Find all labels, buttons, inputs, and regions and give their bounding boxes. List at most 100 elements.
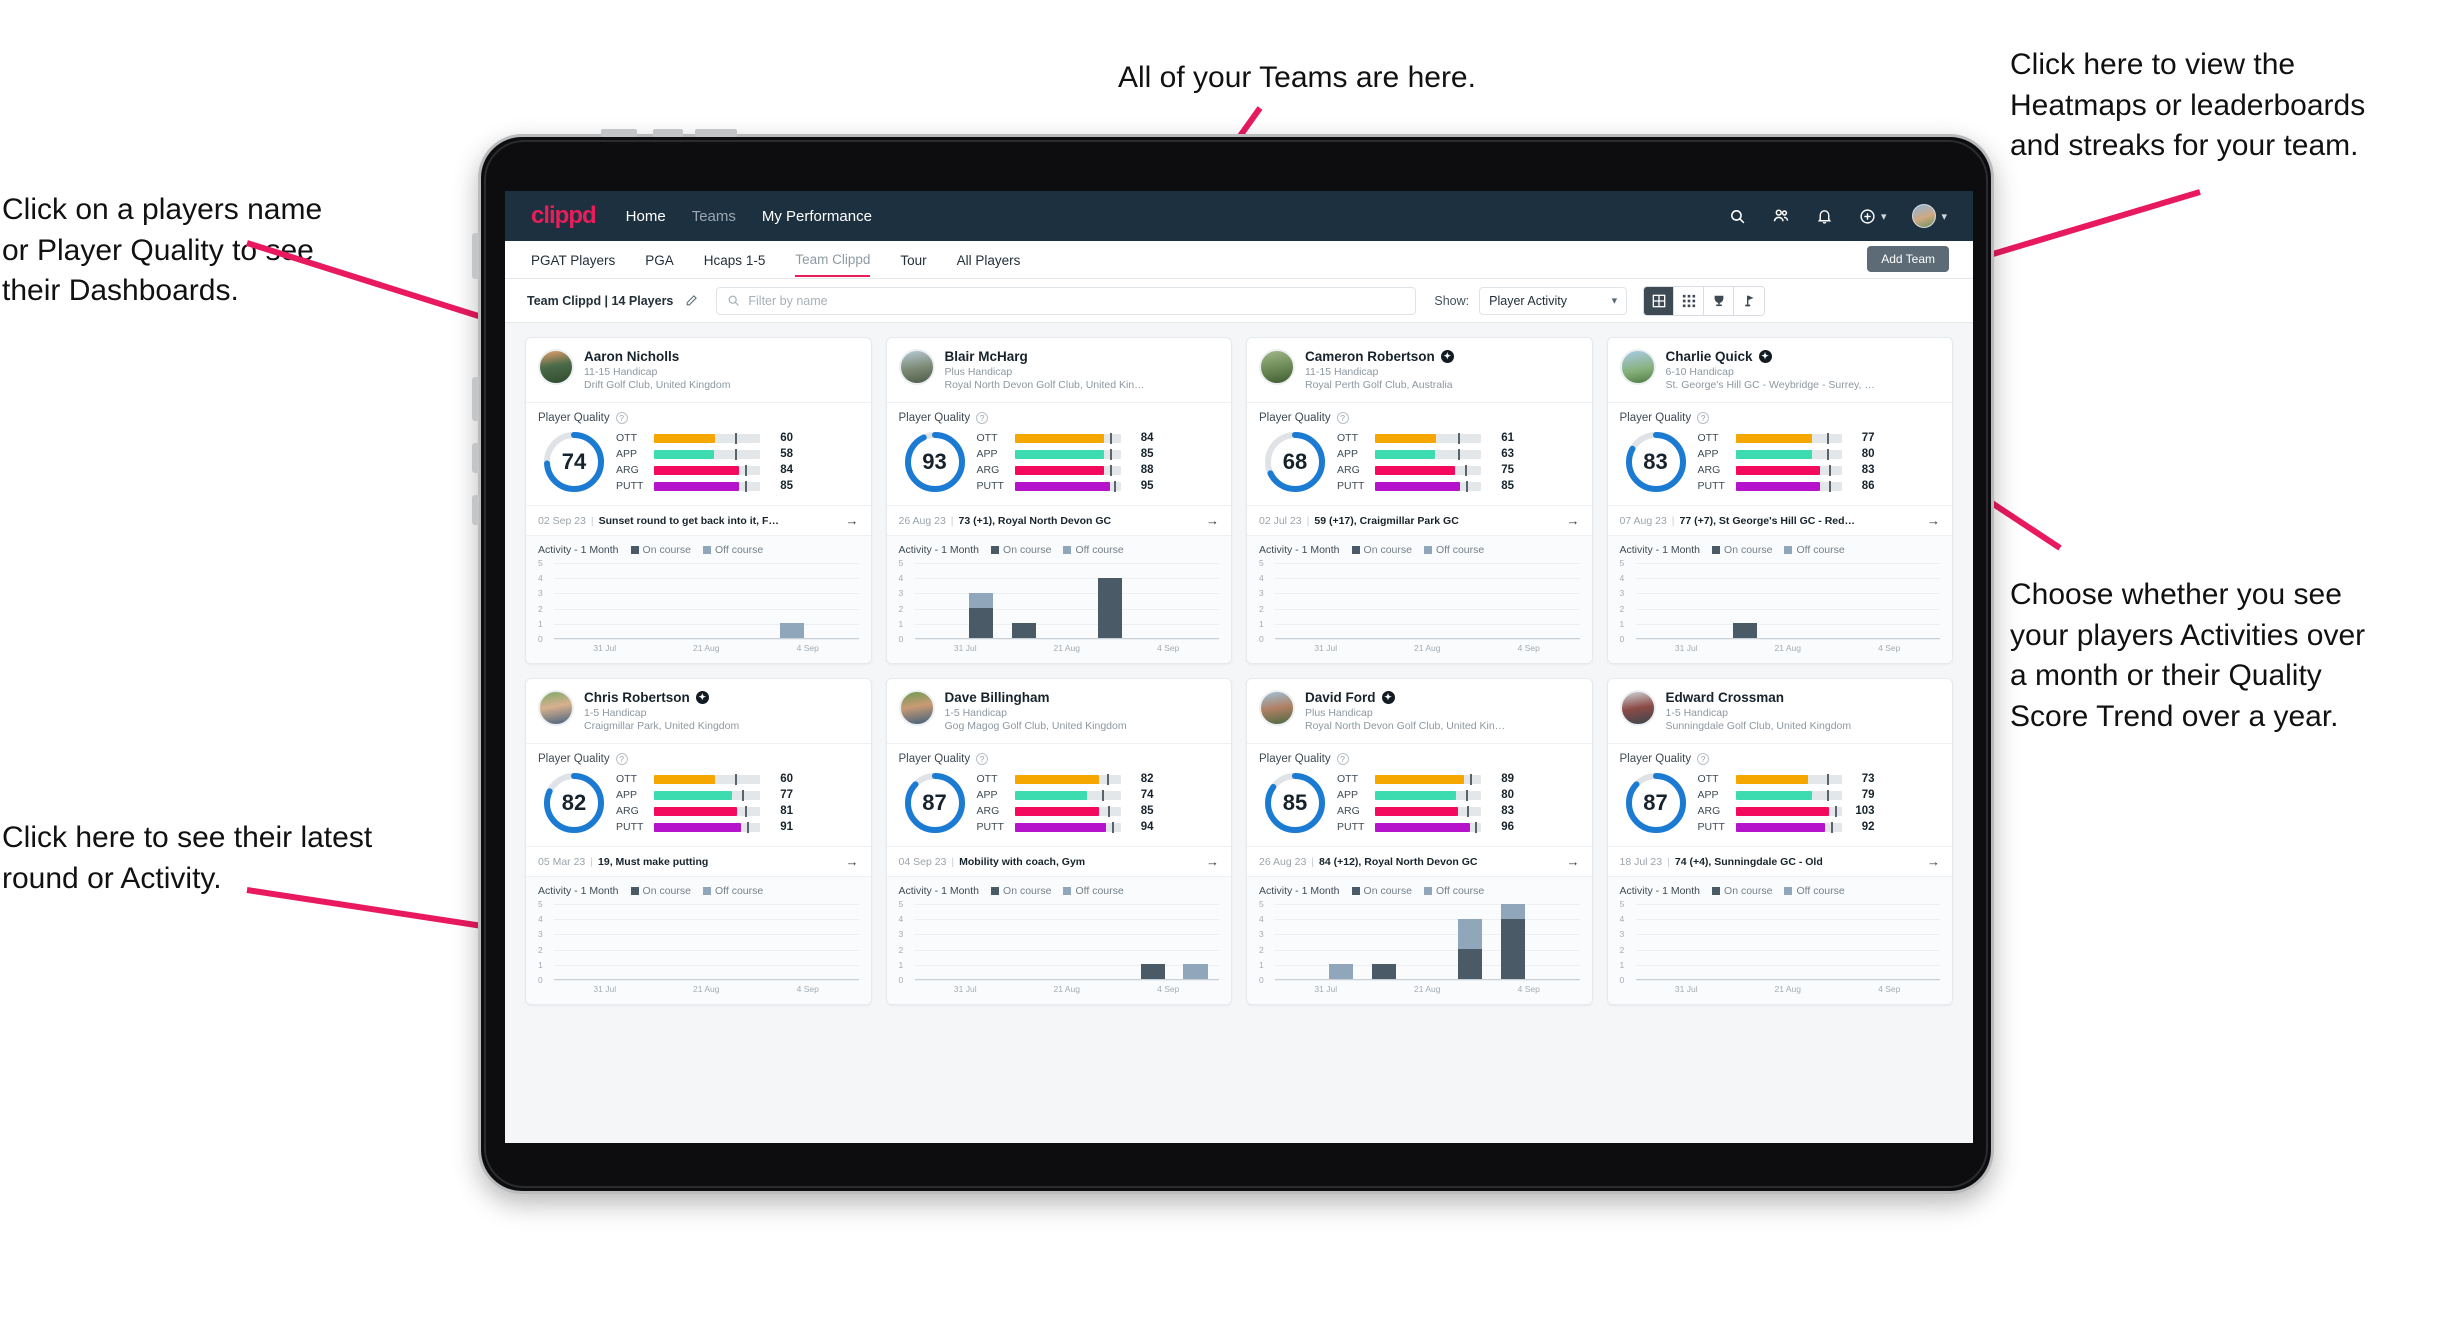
player-card[interactable]: Edward Crossman 1-5 Handicap Sunningdale G… xyxy=(1606,678,1953,1005)
plus-circle-icon[interactable]: ▾ xyxy=(1859,208,1887,225)
show-select[interactable]: Player Activity ▾ xyxy=(1479,286,1628,315)
help-icon[interactable]: ? xyxy=(1336,412,1349,424)
search-icon[interactable] xyxy=(1729,208,1746,225)
help-icon[interactable]: ? xyxy=(1336,753,1349,765)
quality-score-ring: 87 xyxy=(903,771,967,835)
nav-link-my-performance[interactable]: My Performance xyxy=(762,208,872,225)
latest-round-row[interactable]: 04 Sep 23 | Mobility with coach, Gym → xyxy=(886,846,1231,876)
latest-round-row[interactable]: 26 Aug 23 | 84 (+12), Royal North Devon GC… xyxy=(1247,846,1592,876)
x-axis-tick: 31 Jul xyxy=(1314,984,1338,994)
player-card-header[interactable]: Aaron Nicholls 11-15 Handicap Drift Golf C… xyxy=(526,338,871,402)
metric-bar-fill xyxy=(1014,433,1104,443)
player-card[interactable]: Chris Robertson ✦ 1-5 Handicap Craigmillar … xyxy=(525,678,872,1005)
player-quality-section[interactable]: Player Quality? 83 OTT 77 APP 80 ARG 83 PUTT 86 xyxy=(1607,402,1952,505)
arrow-right-icon[interactable]: → xyxy=(1567,854,1580,869)
player-quality-section[interactable]: Player Quality? 87 OTT 82 APP 74 ARG 85 PUTT 94 xyxy=(886,743,1231,846)
flag-pin-view-icon[interactable] xyxy=(1734,286,1765,315)
nav-link-teams[interactable]: Teams xyxy=(692,208,736,225)
people-icon[interactable] xyxy=(1772,207,1790,225)
chevron-down-icon[interactable]: ▾ xyxy=(1881,210,1887,223)
player-card-header[interactable]: Dave Billingham 1-5 Handicap Gog Magog Gol… xyxy=(887,679,1232,743)
help-icon[interactable]: ? xyxy=(1697,753,1710,765)
bar-segment-on-course xyxy=(968,608,993,638)
player-card[interactable]: Dave Billingham 1-5 Handicap Gog Magog Gol… xyxy=(885,678,1232,1005)
player-name-row[interactable]: Charlie Quick ✦ xyxy=(1666,349,1875,364)
player-card-header[interactable]: Edward Crossman 1-5 Handicap Sunningdale G… xyxy=(1608,679,1953,743)
latest-round-row[interactable]: 02 Jul 23 | 59 (+17), Craigmillar Park GC → xyxy=(1247,505,1592,535)
help-icon[interactable]: ? xyxy=(1697,412,1710,424)
player-card[interactable]: David Ford ✦ Plus Handicap Royal North Devo… xyxy=(1246,678,1593,1005)
tablet-button-top-2 xyxy=(653,129,683,137)
add-team-button[interactable]: Add Team xyxy=(1867,246,1949,272)
tab-team-clippd[interactable]: Team Clippd xyxy=(795,243,871,277)
player-name-row[interactable]: Edward Crossman xyxy=(1666,690,1852,705)
latest-round-row[interactable]: 26 Aug 23 | 73 (+1), Royal North Devon GC → xyxy=(886,505,1231,535)
arrow-right-icon[interactable]: → xyxy=(1206,513,1219,528)
arrow-right-icon[interactable]: → xyxy=(846,854,859,869)
player-quality-section[interactable]: Player Quality? 74 OTT 60 APP 58 ARG 84 PUTT 85 xyxy=(526,402,871,505)
player-card-header[interactable]: Cameron Robertson ✦ 11-15 Handicap Royal Pe… xyxy=(1247,338,1592,402)
trophy-view-icon[interactable] xyxy=(1704,286,1735,315)
player-name-row[interactable]: Dave Billingham xyxy=(945,690,1127,705)
player-card-header[interactable]: Blair McHarg Plus Handicap Royal North Dev… xyxy=(887,338,1232,402)
player-quality-section[interactable]: Player Quality? 87 OTT 73 APP 79 ARG 103 PUTT 92 xyxy=(1607,743,1952,846)
y-axis-tick: 0 xyxy=(1619,975,1625,985)
tab-all-players[interactable]: All Players xyxy=(957,244,1021,276)
arrow-right-icon[interactable]: → xyxy=(1927,854,1940,869)
dense-grid-view-icon[interactable] xyxy=(1674,286,1705,315)
player-name-row[interactable]: Cameron Robertson ✦ xyxy=(1305,349,1454,364)
help-icon[interactable]: ? xyxy=(615,753,628,765)
player-card[interactable]: Cameron Robertson ✦ 11-15 Handicap Royal Pe… xyxy=(1246,337,1593,664)
legend-on-course: On course xyxy=(991,885,1051,897)
y-axis-tick: 4 xyxy=(898,573,904,584)
player-card[interactable]: Aaron Nicholls 11-15 Handicap Drift Golf C… xyxy=(525,337,872,664)
nav-link-home[interactable]: Home xyxy=(626,208,666,225)
metric-bar-fill xyxy=(654,806,737,816)
player-card[interactable]: Blair McHarg Plus Handicap Royal North Dev… xyxy=(885,337,1232,664)
metric-value: 82 xyxy=(1140,773,1154,785)
help-icon[interactable]: ? xyxy=(976,412,989,424)
help-icon[interactable]: ? xyxy=(615,412,628,424)
help-icon[interactable]: ? xyxy=(976,753,989,765)
bar-stack xyxy=(1098,904,1122,979)
player-card-header[interactable]: David Ford ✦ Plus Handicap Royal North Devo… xyxy=(1247,679,1592,743)
player-name-row[interactable]: David Ford ✦ xyxy=(1305,690,1505,705)
grid-view-icon[interactable] xyxy=(1644,286,1675,315)
chevron-down-icon-profile[interactable]: ▾ xyxy=(1941,210,1947,223)
player-quality-section[interactable]: Player Quality? 82 OTT 60 APP 77 ARG 81 PUTT 91 xyxy=(526,743,871,846)
metric-bar-tick xyxy=(1457,432,1460,444)
arrow-right-icon[interactable]: → xyxy=(1206,854,1219,869)
pencil-icon[interactable] xyxy=(685,294,698,307)
player-name-row[interactable]: Aaron Nicholls xyxy=(584,349,730,364)
arrow-right-icon[interactable]: → xyxy=(1927,513,1940,528)
y-axis-tick: 5 xyxy=(1619,558,1625,568)
player-name-row[interactable]: Blair McHarg xyxy=(945,349,1145,364)
clippd-logo[interactable]: clippd xyxy=(531,202,597,230)
player-name-row[interactable]: Chris Robertson ✦ xyxy=(584,690,739,705)
latest-round-row[interactable]: 07 Aug 23 | 77 (+7), St George's Hill GC -… xyxy=(1607,505,1952,535)
player-quality-section[interactable]: Player Quality? 68 OTT 61 APP 63 ARG 75 PUTT 85 xyxy=(1247,402,1592,505)
player-quality-section[interactable]: Player Quality? 85 OTT 89 APP 80 ARG 83 PUTT 96 xyxy=(1247,743,1592,846)
bell-icon[interactable] xyxy=(1816,208,1833,225)
tab-tour[interactable]: Tour xyxy=(900,244,926,276)
latest-round-row[interactable]: 18 Jul 23 | 74 (+4), Sunningdale GC - Old → xyxy=(1607,846,1952,876)
latest-round-row[interactable]: 02 Sep 23 | Sunset round to get back into … xyxy=(526,505,871,535)
tab-pgat-players[interactable]: PGAT Players xyxy=(531,244,615,276)
metric-bar-tick xyxy=(1109,432,1112,444)
bar-slot xyxy=(917,904,960,979)
player-card[interactable]: Charlie Quick ✦ 6-10 Handicap St. George's … xyxy=(1606,337,1953,664)
player-card-header[interactable]: Charlie Quick ✦ 6-10 Handicap St. George's … xyxy=(1608,338,1953,402)
latest-round-row[interactable]: 05 Mar 23 | 19, Must make putting → xyxy=(526,846,871,876)
arrow-right-icon[interactable]: → xyxy=(1567,513,1580,528)
tablet-screen: clippd Home Teams My Performance ▾ ▾ PGA… xyxy=(505,191,1973,1143)
search-input[interactable]: Filter by name xyxy=(716,286,1417,315)
player-quality-section[interactable]: Player Quality? 93 OTT 84 APP 85 ARG 88 PUTT 95 xyxy=(886,402,1231,505)
arrow-right-icon[interactable]: → xyxy=(846,513,859,528)
metric-bar-tick xyxy=(1826,789,1829,801)
player-card-header[interactable]: Chris Robertson ✦ 1-5 Handicap Craigmillar … xyxy=(526,679,871,743)
metric-key: OTT xyxy=(1697,773,1719,785)
tab-hcaps-1-5[interactable]: Hcaps 1-5 xyxy=(704,244,766,276)
bar-stack xyxy=(780,904,804,979)
tab-pga[interactable]: PGA xyxy=(645,244,674,276)
avatar[interactable]: ▾ xyxy=(1912,204,1947,228)
